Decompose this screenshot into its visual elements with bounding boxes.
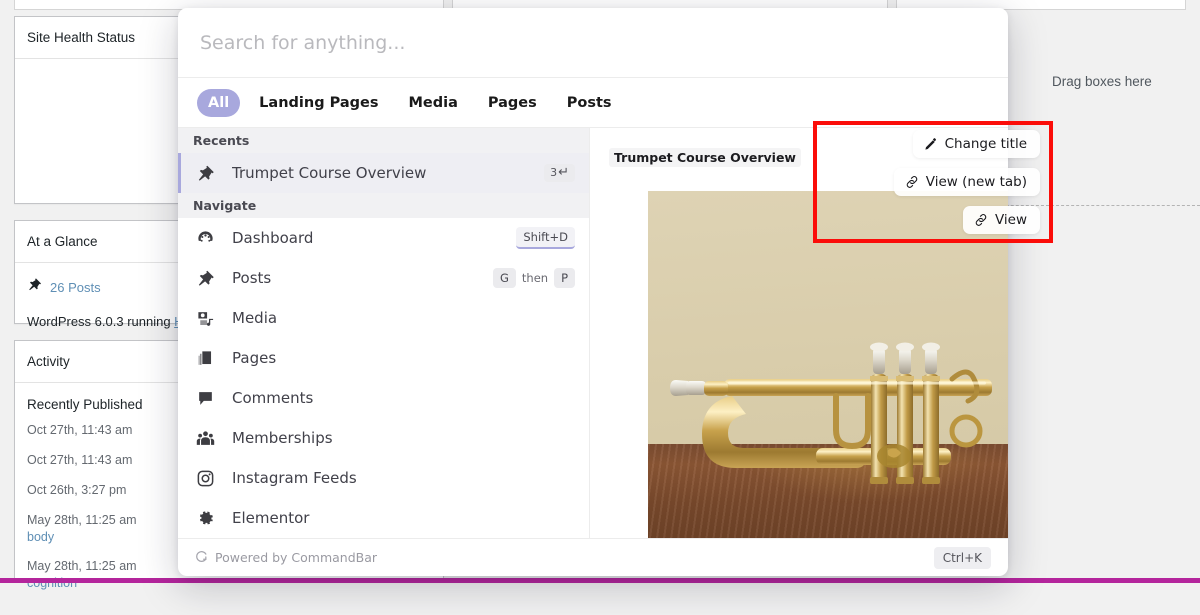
enter-arrow-icon: ↵	[558, 165, 569, 180]
trumpet-illustration	[670, 342, 992, 484]
filter-tab-media[interactable]: Media	[398, 89, 469, 117]
action-button-change-title[interactable]: Change title	[912, 130, 1040, 158]
people-group-icon	[178, 429, 232, 448]
pencil-icon	[924, 137, 938, 151]
result-row[interactable]: Instagram Feeds	[178, 458, 589, 498]
result-row-label: Comments	[232, 389, 314, 407]
site-health-title: Site Health Status	[27, 30, 136, 45]
ctrl-k-shortcut-badge: Ctrl+K	[933, 546, 991, 569]
link-icon	[974, 213, 988, 227]
commandbar-results-list[interactable]: Recents Trumpet Course Overview 3 ↵ Navigate…	[178, 128, 590, 538]
instagram-icon	[178, 469, 232, 488]
drag-boxes-hint: Drag boxes here	[1052, 74, 1152, 89]
preview-title-chip: Trumpet Course Overview	[609, 148, 801, 167]
action-button-label: Change title	[944, 136, 1027, 152]
powered-by-text: Powered by CommandBar	[215, 550, 378, 565]
result-row-label: Pages	[232, 349, 277, 367]
comment-icon	[178, 389, 232, 408]
result-row[interactable]: Dashboard Shift+D	[178, 218, 589, 258]
filter-tab-posts[interactable]: Posts	[556, 89, 623, 117]
bottom-accent-bar	[0, 578, 1200, 583]
shortcut-key-badge: G	[492, 267, 516, 289]
filter-tab-pages[interactable]: Pages	[477, 89, 548, 117]
shortcut-key-badge: Shift+D	[516, 226, 575, 250]
result-row[interactable]: Elementor	[178, 498, 589, 538]
action-button-label: View (new tab)	[925, 174, 1027, 190]
result-row-label: Media	[232, 309, 278, 327]
gauge-icon	[178, 229, 232, 248]
filter-tab-landing-pages[interactable]: Landing Pages	[248, 89, 389, 117]
link-icon	[905, 175, 919, 189]
result-row-label: Posts	[232, 269, 272, 287]
result-row-shortcut: Gthen P	[492, 267, 575, 289]
result-group-heading: Recents	[178, 128, 589, 153]
action-button-view[interactable]: View	[962, 206, 1040, 234]
shortcut-number: 3	[550, 166, 558, 179]
activity-title: Activity	[27, 354, 70, 369]
filter-tab-all[interactable]: All	[197, 88, 241, 117]
at-a-glance-title: At a Glance	[27, 234, 98, 249]
result-row-shortcut: Shift+D	[516, 226, 575, 250]
result-row[interactable]: Memberships	[178, 418, 589, 458]
pin-icon	[27, 277, 42, 297]
result-row-shortcut: 3 ↵	[544, 164, 575, 182]
media-icon	[178, 309, 232, 328]
action-button-view-new-tab[interactable]: View (new tab)	[893, 168, 1040, 196]
result-row-label: Dashboard	[232, 229, 314, 247]
shortcut-conjunction: then	[521, 271, 549, 285]
commandbar-filter-tabs: All Landing Pages Media Pages Posts	[178, 78, 1008, 128]
action-button-label: View	[994, 212, 1027, 228]
result-row[interactable]: Posts Gthen P	[178, 258, 589, 298]
result-row-label: Elementor	[232, 509, 310, 527]
commandbar-palette: AllLanding PagesMediaPagesPosts RecentsT…	[178, 8, 1008, 576]
result-row[interactable]: Pages	[178, 338, 589, 378]
result-row-label: Instagram Feeds	[232, 469, 357, 487]
pin-icon	[178, 164, 232, 183]
commandbar-logo-icon	[195, 550, 208, 566]
enter-key-badge: 3 ↵	[544, 164, 575, 182]
result-row[interactable]: Media	[178, 298, 589, 338]
commandbar-footer: Powered by CommandBar Ctrl+K	[178, 538, 1008, 576]
pin-icon	[178, 269, 232, 288]
gear-icon	[178, 509, 232, 528]
posts-count-link[interactable]: 26 Posts	[50, 280, 101, 295]
result-row-label: Trumpet Course Overview	[232, 164, 427, 182]
preview-image	[648, 191, 1008, 538]
result-row[interactable]: Trumpet Course Overview 3 ↵	[178, 153, 589, 193]
pages-icon	[178, 349, 232, 368]
search-input[interactable]	[200, 31, 986, 54]
result-row-label: Memberships	[232, 429, 333, 447]
commandbar-search-row	[178, 8, 1008, 78]
powered-by-commandbar: Powered by CommandBar	[195, 550, 377, 566]
preview-action-buttons: Change title View (new tab) View	[826, 130, 1040, 234]
result-row[interactable]: Comments	[178, 378, 589, 418]
result-group-heading: Navigate	[178, 193, 589, 218]
version-prefix-text: WordPress 6.0.3 running	[27, 314, 175, 329]
shortcut-key-badge: P	[554, 267, 575, 289]
